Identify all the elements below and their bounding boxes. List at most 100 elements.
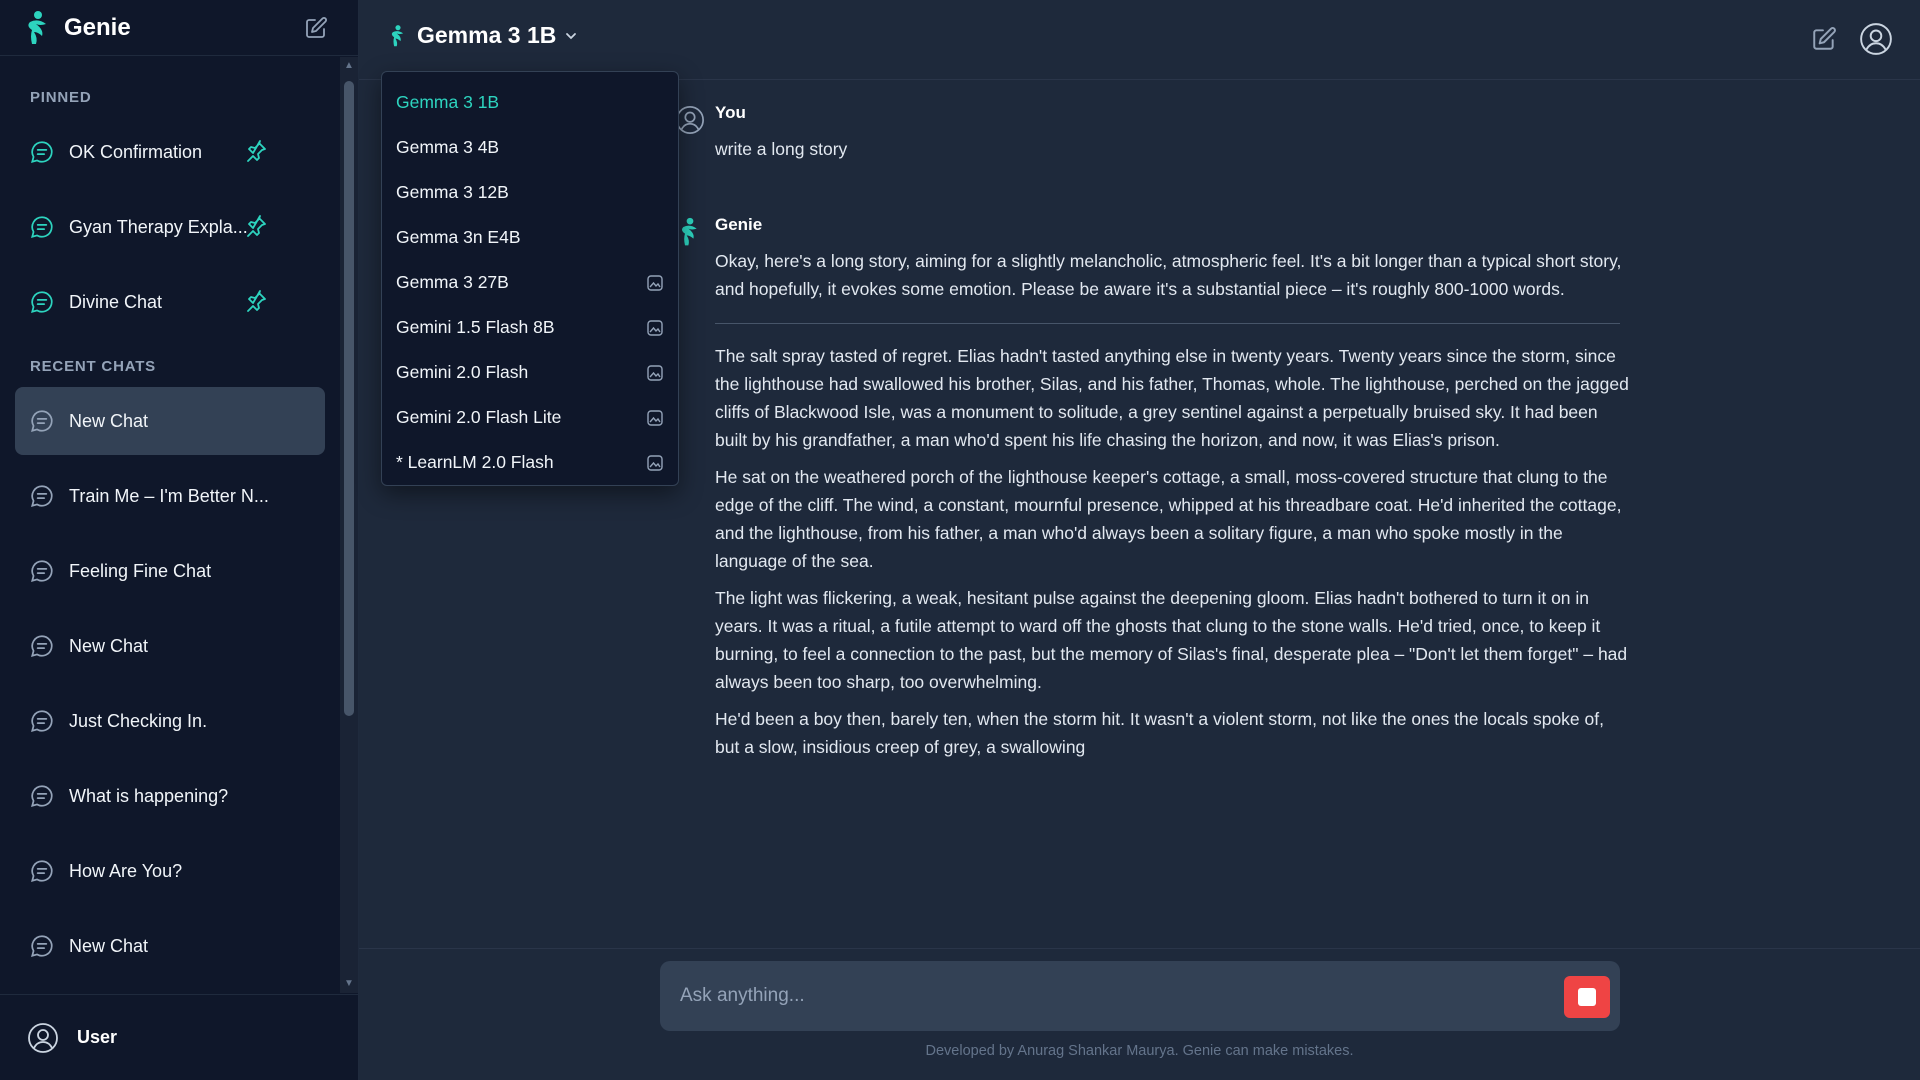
new-chat-button[interactable] bbox=[1807, 22, 1841, 56]
assistant-message: Genie Okay, here's a long story, aiming … bbox=[682, 215, 1629, 770]
chat-item-label: OK Confirmation bbox=[69, 141, 203, 162]
chat-bubble-icon bbox=[31, 410, 53, 432]
model-option[interactable]: Gemini 2.0 Flash bbox=[382, 350, 678, 395]
image-support-icon bbox=[647, 409, 663, 426]
chat-bubble-icon bbox=[31, 291, 53, 313]
recent-chat-item[interactable]: How Are You? bbox=[15, 837, 325, 905]
model-option-label: Gemma 3 12B bbox=[396, 182, 509, 202]
user-avatar-icon bbox=[676, 106, 704, 134]
chat-bubble-icon bbox=[31, 860, 53, 882]
pinned-chat-item[interactable]: OK Confirmation bbox=[15, 118, 325, 186]
model-option[interactable]: Gemma 3 27B bbox=[382, 260, 678, 305]
model-option-label: Gemma 3 4B bbox=[396, 137, 500, 157]
chat-bubble-icon bbox=[31, 141, 53, 163]
edit-icon bbox=[306, 17, 327, 38]
story-paragraph: The salt spray tasted of regret. Elias h… bbox=[715, 346, 1629, 450]
account-button[interactable] bbox=[1859, 22, 1893, 56]
model-option[interactable]: Gemma 3 4B bbox=[382, 125, 678, 170]
user-profile-button[interactable]: User bbox=[0, 994, 359, 1080]
chat-bubble-icon bbox=[31, 710, 53, 732]
chat-item-label: Train Me – I'm Better N... bbox=[69, 485, 269, 506]
pin-icon[interactable] bbox=[244, 215, 268, 239]
model-option[interactable]: Gemma 3n E4B bbox=[382, 215, 678, 260]
model-option-label: * LearnLM 2.0 Flash bbox=[396, 452, 554, 472]
message-divider bbox=[715, 323, 1620, 324]
model-option[interactable]: Gemma 3 12B bbox=[382, 170, 678, 215]
pinned-section-label: PINNED bbox=[30, 89, 92, 106]
user-message: You write a long story bbox=[676, 103, 1629, 172]
disclaimer-text: Developed by Anurag Shankar Maurya. Geni… bbox=[925, 1043, 1354, 1059]
model-option[interactable]: Gemini 2.0 Flash Lite bbox=[382, 395, 678, 440]
sidebar-header: Genie bbox=[0, 0, 358, 56]
user-circle-icon bbox=[28, 1022, 58, 1053]
chat-bubble-icon bbox=[31, 485, 53, 507]
message-author: You bbox=[715, 103, 746, 122]
story-paragraph: The light was flickering, a weak, hesita… bbox=[715, 588, 1628, 692]
chat-item-label: New Chat bbox=[69, 935, 149, 956]
selected-model-name: Gemma 3 1B bbox=[417, 22, 557, 48]
chat-item-label: Gyan Therapy Expla... bbox=[69, 216, 248, 237]
model-option[interactable]: Gemini 1.5 Flash 8B bbox=[382, 305, 678, 350]
model-option-label: Gemma 3 1B bbox=[396, 92, 500, 112]
chat-bubble-icon bbox=[31, 216, 53, 238]
user-name: User bbox=[77, 1027, 118, 1047]
sidebar-scrollbar[interactable]: ▲ ▼ bbox=[340, 57, 358, 993]
new-chat-button[interactable] bbox=[302, 14, 330, 42]
model-selector[interactable]: Gemma 3 1B bbox=[389, 22, 578, 49]
model-option-label: Gemma 3n E4B bbox=[396, 227, 521, 247]
composer bbox=[660, 961, 1620, 1031]
recent-chat-item[interactable]: New Chat bbox=[15, 612, 325, 680]
recent-chat-item[interactable]: New Chat bbox=[15, 387, 325, 455]
pin-icon[interactable] bbox=[244, 290, 268, 314]
sidebar-scrollbar-thumb[interactable] bbox=[344, 81, 354, 716]
edit-icon bbox=[1813, 27, 1836, 50]
model-dropdown-menu: Gemma 3 1B Gemma 3 4B Gemma 3 12B Gemma … bbox=[381, 71, 679, 486]
message-intro: Okay, here's a long story, aiming for a … bbox=[715, 251, 1622, 299]
chevron-down-icon bbox=[566, 32, 577, 39]
genie-logo-icon bbox=[28, 10, 46, 44]
chat-item-label: New Chat bbox=[69, 410, 149, 431]
chat-item-label: New Chat bbox=[69, 635, 149, 656]
model-option-label: Gemma 3 27B bbox=[396, 272, 509, 292]
message-author: Genie bbox=[715, 215, 763, 234]
sidebar: Genie PINNED OK Confirmation Gyan Therap… bbox=[0, 0, 359, 1080]
recent-chat-item[interactable]: New Chat bbox=[15, 912, 325, 980]
pinned-chat-item[interactable]: Divine Chat bbox=[15, 268, 325, 336]
chat-item-label: Divine Chat bbox=[69, 291, 163, 312]
chat-item-label: How Are You? bbox=[69, 860, 183, 881]
stop-generation-button[interactable] bbox=[1564, 976, 1610, 1018]
recent-chat-item[interactable]: Just Checking In. bbox=[15, 687, 325, 755]
image-support-icon bbox=[647, 319, 663, 336]
model-option-label: Gemini 1.5 Flash 8B bbox=[396, 317, 555, 337]
recent-section-label: RECENT CHATS bbox=[30, 358, 156, 375]
image-support-icon bbox=[647, 454, 663, 471]
chat-bubble-icon bbox=[31, 935, 53, 957]
recent-chat-item[interactable]: What is happening? bbox=[15, 762, 325, 830]
pin-icon[interactable] bbox=[244, 140, 268, 164]
pinned-chat-item[interactable]: Gyan Therapy Expla... bbox=[15, 193, 325, 261]
sidebar-chat-list: PINNED OK Confirmation Gyan Therapy Expl… bbox=[0, 57, 340, 993]
stop-icon bbox=[1578, 988, 1596, 1006]
chat-item-label: What is happening? bbox=[69, 785, 229, 806]
chat-item-label: Feeling Fine Chat bbox=[69, 560, 212, 581]
chat-bubble-icon bbox=[31, 560, 53, 582]
model-option[interactable]: Gemma 3 1B bbox=[382, 80, 678, 125]
composer-area: Developed by Anurag Shankar Maurya. Geni… bbox=[359, 948, 1920, 1080]
message-input[interactable] bbox=[680, 985, 1540, 1007]
chat-item-label: Just Checking In. bbox=[69, 710, 208, 731]
model-option[interactable]: * LearnLM 2.0 Flash bbox=[382, 440, 678, 485]
chat-bubble-icon bbox=[31, 785, 53, 807]
message-text: write a long story bbox=[715, 139, 848, 159]
recent-chat-item[interactable]: Train Me – I'm Better N... bbox=[15, 462, 325, 530]
story-paragraph: He'd been a boy then, barely ten, when t… bbox=[715, 709, 1604, 757]
topbar: Gemma 3 1B bbox=[359, 0, 1920, 80]
model-option-label: Gemini 2.0 Flash Lite bbox=[396, 407, 562, 427]
genie-logo-icon bbox=[391, 24, 404, 46]
story-paragraph: He sat on the weathered porch of the lig… bbox=[715, 467, 1622, 571]
model-option-label: Gemini 2.0 Flash bbox=[396, 362, 529, 382]
scroll-down-arrow-icon[interactable]: ▼ bbox=[344, 979, 354, 989]
recent-chat-item[interactable]: Feeling Fine Chat bbox=[15, 537, 325, 605]
image-support-icon bbox=[647, 364, 663, 381]
scroll-up-arrow-icon[interactable]: ▲ bbox=[344, 61, 354, 71]
image-support-icon bbox=[647, 274, 663, 291]
